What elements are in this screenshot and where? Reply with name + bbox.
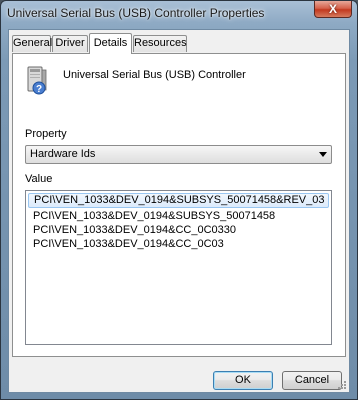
- close-icon: X: [328, 2, 337, 16]
- cancel-button[interactable]: Cancel: [282, 371, 342, 390]
- tab-resources[interactable]: Resources: [133, 35, 187, 52]
- tab-general[interactable]: General: [12, 35, 52, 52]
- ok-button[interactable]: OK: [213, 371, 273, 390]
- properties-window: Universal Serial Bus (USB) Controller Pr…: [0, 0, 358, 400]
- details-panel: ? Universal Serial Bus (USB) Controller …: [12, 53, 346, 357]
- list-item[interactable]: PCI\VEN_1033&DEV_0194&SUBSYS_50071458: [28, 210, 329, 223]
- value-label: Value: [25, 173, 53, 185]
- dialog-client-area: General Driver Details Resources ? Unive…: [8, 29, 350, 393]
- chevron-down-icon: [319, 152, 327, 157]
- resize-grip-icon[interactable]: [337, 380, 347, 390]
- list-item[interactable]: PCI\VEN_1033&DEV_0194&SUBSYS_50071458&RE…: [28, 193, 329, 208]
- svg-text:?: ?: [36, 84, 42, 95]
- device-name: Universal Serial Bus (USB) Controller: [63, 69, 246, 81]
- value-list[interactable]: PCI\VEN_1033&DEV_0194&SUBSYS_50071458&RE…: [25, 190, 332, 345]
- property-dropdown[interactable]: Hardware Ids: [25, 145, 332, 164]
- window-title: Universal Serial Bus (USB) Controller Pr…: [7, 6, 265, 20]
- property-label: Property: [25, 128, 67, 140]
- tab-details[interactable]: Details: [89, 33, 132, 54]
- title-bar[interactable]: Universal Serial Bus (USB) Controller Pr…: [1, 1, 357, 27]
- list-item[interactable]: PCI\VEN_1033&DEV_0194&CC_0C03: [28, 238, 329, 251]
- list-item[interactable]: PCI\VEN_1033&DEV_0194&CC_0C0330: [28, 224, 329, 237]
- close-button[interactable]: X: [314, 1, 352, 18]
- usb-device-icon: ?: [27, 66, 47, 95]
- tab-driver[interactable]: Driver: [52, 35, 88, 52]
- property-selected-value: Hardware Ids: [30, 148, 96, 160]
